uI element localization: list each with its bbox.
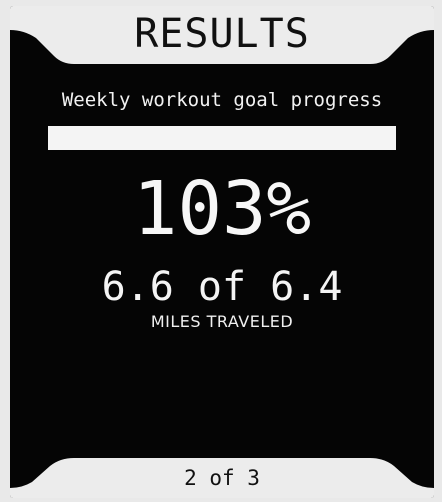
page-indicator: 2 of 3 (184, 466, 260, 490)
goal-progress-fill (48, 126, 396, 150)
header-tab: RESULTS (10, 6, 434, 64)
miles-progress: 6.6 of 6.4 (101, 264, 343, 310)
display-screen: RESULTS Weekly workout goal progress 103… (10, 6, 434, 498)
goal-subtitle: Weekly workout goal progress (61, 89, 383, 111)
page-title: RESULTS (134, 11, 310, 57)
goal-percent: 103% (132, 166, 312, 252)
miles-label: MILES TRAVELED (150, 312, 294, 331)
device-bezel: RESULTS Weekly workout goal progress 103… (0, 0, 442, 502)
footer-tab: 2 of 3 (10, 454, 434, 498)
goal-progress-bar (48, 126, 396, 150)
